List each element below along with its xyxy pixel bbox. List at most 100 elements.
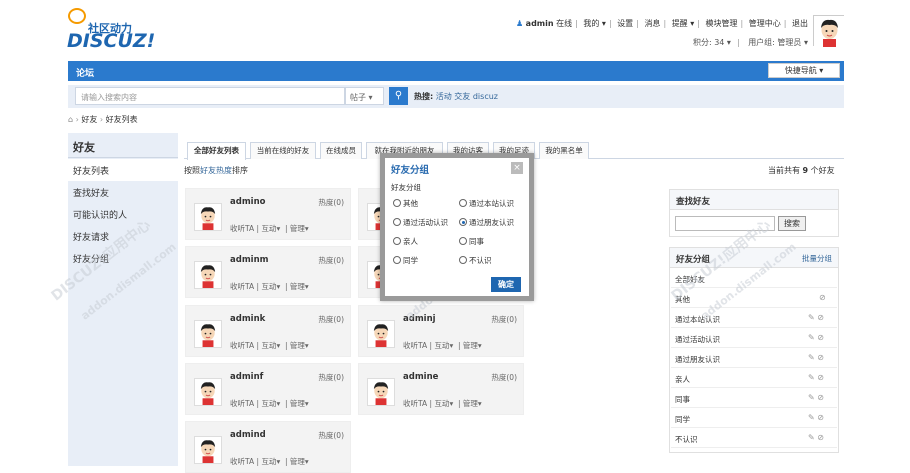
user-avatar[interactable] [813, 15, 845, 47]
friend-group-item[interactable]: 通过朋友认识 [675, 354, 720, 365]
logout-link[interactable]: 退出 [792, 19, 808, 28]
admin-center-link[interactable]: 管理中心 [749, 19, 781, 28]
friend-name[interactable]: adminf [230, 372, 263, 382]
manage-menu[interactable]: 管理 [290, 224, 305, 233]
sidebar-item-friend-list[interactable]: 好友列表 [68, 159, 178, 181]
tab-blacklist[interactable]: 我的黑名单 [539, 142, 589, 159]
hot-word-1[interactable]: 活动 [436, 92, 452, 101]
manage-menu[interactable]: 管理 [463, 399, 478, 408]
edit-icon[interactable]: ✎ [808, 313, 815, 322]
radio-icon[interactable] [393, 218, 401, 226]
hot-word-2[interactable]: 交友 [454, 92, 470, 101]
edit-icon[interactable]: ✎ [808, 333, 815, 342]
friend-avatar[interactable] [194, 436, 222, 464]
radio-icon[interactable] [459, 199, 467, 207]
interact-menu[interactable]: 互动 [261, 341, 276, 350]
friend-name[interactable]: admind [230, 430, 266, 440]
logo[interactable]: DISCUZ! [67, 30, 155, 52]
sidebar-item-friend-groups[interactable]: 好友分组 [68, 247, 178, 269]
friend-avatar[interactable] [367, 378, 395, 406]
manage-menu[interactable]: 管理 [290, 399, 305, 408]
sidebar-item-friend-requests[interactable]: 好友请求 [68, 225, 178, 247]
breadcrumb-friends[interactable]: 好友 [81, 115, 97, 124]
sidebar-item-may-know[interactable]: 可能认识的人 [68, 203, 178, 225]
sidebar-item-find-friends[interactable]: 查找好友 [68, 181, 178, 203]
friend-avatar[interactable] [194, 203, 222, 231]
messages-link[interactable]: 消息 [644, 19, 660, 28]
sort-by-heat-link[interactable]: 好友热度 [200, 166, 232, 175]
group-option[interactable]: 亲人 [393, 236, 418, 247]
search-input[interactable]: 请输入搜索内容 [75, 87, 345, 105]
edit-icon[interactable]: ✎ [808, 373, 815, 382]
delete-icon[interactable]: ⊘ [817, 433, 824, 442]
delete-icon[interactable]: ⊘ [817, 393, 824, 402]
friend-name[interactable]: adminj [403, 314, 436, 324]
close-icon[interactable]: × [511, 162, 523, 174]
batch-group-link[interactable]: 批量分组 [802, 253, 832, 264]
group-option[interactable]: 通过活动认识 [393, 217, 448, 228]
group-option[interactable]: 通过本站认识 [459, 198, 514, 209]
radio-icon[interactable] [393, 237, 401, 245]
group-option[interactable]: 通过朋友认识 [459, 217, 514, 228]
friend-group-item[interactable]: 同事 [675, 394, 690, 405]
interact-menu[interactable]: 互动 [434, 341, 449, 350]
friend-avatar[interactable] [194, 378, 222, 406]
nav-forum-link[interactable]: 论坛 [76, 66, 94, 79]
delete-icon[interactable]: ⊘ [817, 353, 824, 362]
find-friend-input[interactable] [675, 216, 775, 231]
radio-icon[interactable] [393, 256, 401, 264]
username-link[interactable]: admin [526, 19, 554, 28]
home-icon[interactable]: ⌂ [68, 115, 73, 124]
friend-group-item[interactable]: 亲人 [675, 374, 690, 385]
friend-avatar[interactable] [367, 320, 395, 348]
friend-group-item[interactable]: 通过本站认识 [675, 314, 720, 325]
follow-link[interactable]: 收听TA [230, 399, 254, 408]
delete-icon[interactable]: ⊘ [819, 293, 826, 302]
settings-link[interactable]: 设置 [617, 19, 633, 28]
delete-icon[interactable]: ⊘ [817, 373, 824, 382]
friend-group-item[interactable]: 其他 [675, 294, 690, 305]
points-menu[interactable]: 积分: 34 [693, 38, 724, 47]
radio-icon[interactable] [459, 237, 467, 245]
radio-icon[interactable] [459, 256, 467, 264]
my-menu[interactable]: 我的 [583, 19, 599, 28]
quick-nav-button[interactable]: 快捷导航 ▾ [768, 63, 840, 78]
interact-menu[interactable]: 互动 [261, 399, 276, 408]
friend-avatar[interactable] [194, 320, 222, 348]
manage-menu[interactable]: 管理 [463, 341, 478, 350]
module-manage-link[interactable]: 模块管理 [706, 19, 738, 28]
manage-menu[interactable]: 管理 [290, 341, 305, 350]
group-option[interactable]: 其他 [393, 198, 418, 209]
edit-icon[interactable]: ✎ [808, 393, 815, 402]
confirm-button[interactable]: 确定 [491, 277, 521, 292]
follow-link[interactable]: 收听TA [230, 341, 254, 350]
breadcrumb-friend-list[interactable]: 好友列表 [106, 115, 138, 124]
search-button[interactable]: ⚲ [389, 87, 408, 105]
interact-menu[interactable]: 互动 [261, 457, 276, 466]
friend-group-item[interactable]: 同学 [675, 414, 690, 425]
delete-icon[interactable]: ⊘ [817, 413, 824, 422]
interact-menu[interactable]: 互动 [434, 399, 449, 408]
find-friend-search-button[interactable]: 搜索 [778, 216, 806, 231]
friend-group-item[interactable]: 不认识 [675, 434, 698, 445]
hot-word-3[interactable]: discuz [473, 92, 498, 101]
delete-icon[interactable]: ⊘ [817, 313, 824, 322]
group-option[interactable]: 不认识 [459, 255, 492, 266]
edit-icon[interactable]: ✎ [808, 353, 815, 362]
manage-menu[interactable]: 管理 [290, 282, 305, 291]
radio-icon[interactable] [393, 199, 401, 207]
search-type-select[interactable]: 帖子 ▾ [345, 87, 384, 105]
reminders-menu[interactable]: 提醒 [672, 19, 688, 28]
tab-online-members[interactable]: 在线成员 [320, 142, 362, 159]
usergroup-menu[interactable]: 用户组: 管理员 [748, 38, 801, 47]
friend-group-item[interactable]: 全部好友 [675, 274, 705, 285]
follow-link[interactable]: 收听TA [403, 341, 427, 350]
interact-menu[interactable]: 互动 [261, 224, 276, 233]
group-option[interactable]: 同学 [393, 255, 418, 266]
friend-avatar[interactable] [194, 261, 222, 289]
tab-all-friends[interactable]: 全部好友列表 [187, 142, 246, 160]
follow-link[interactable]: 收听TA [230, 224, 254, 233]
friend-name[interactable]: admine [403, 372, 438, 382]
friend-name[interactable]: adminm [230, 255, 269, 265]
friend-name[interactable]: admino [230, 197, 265, 207]
